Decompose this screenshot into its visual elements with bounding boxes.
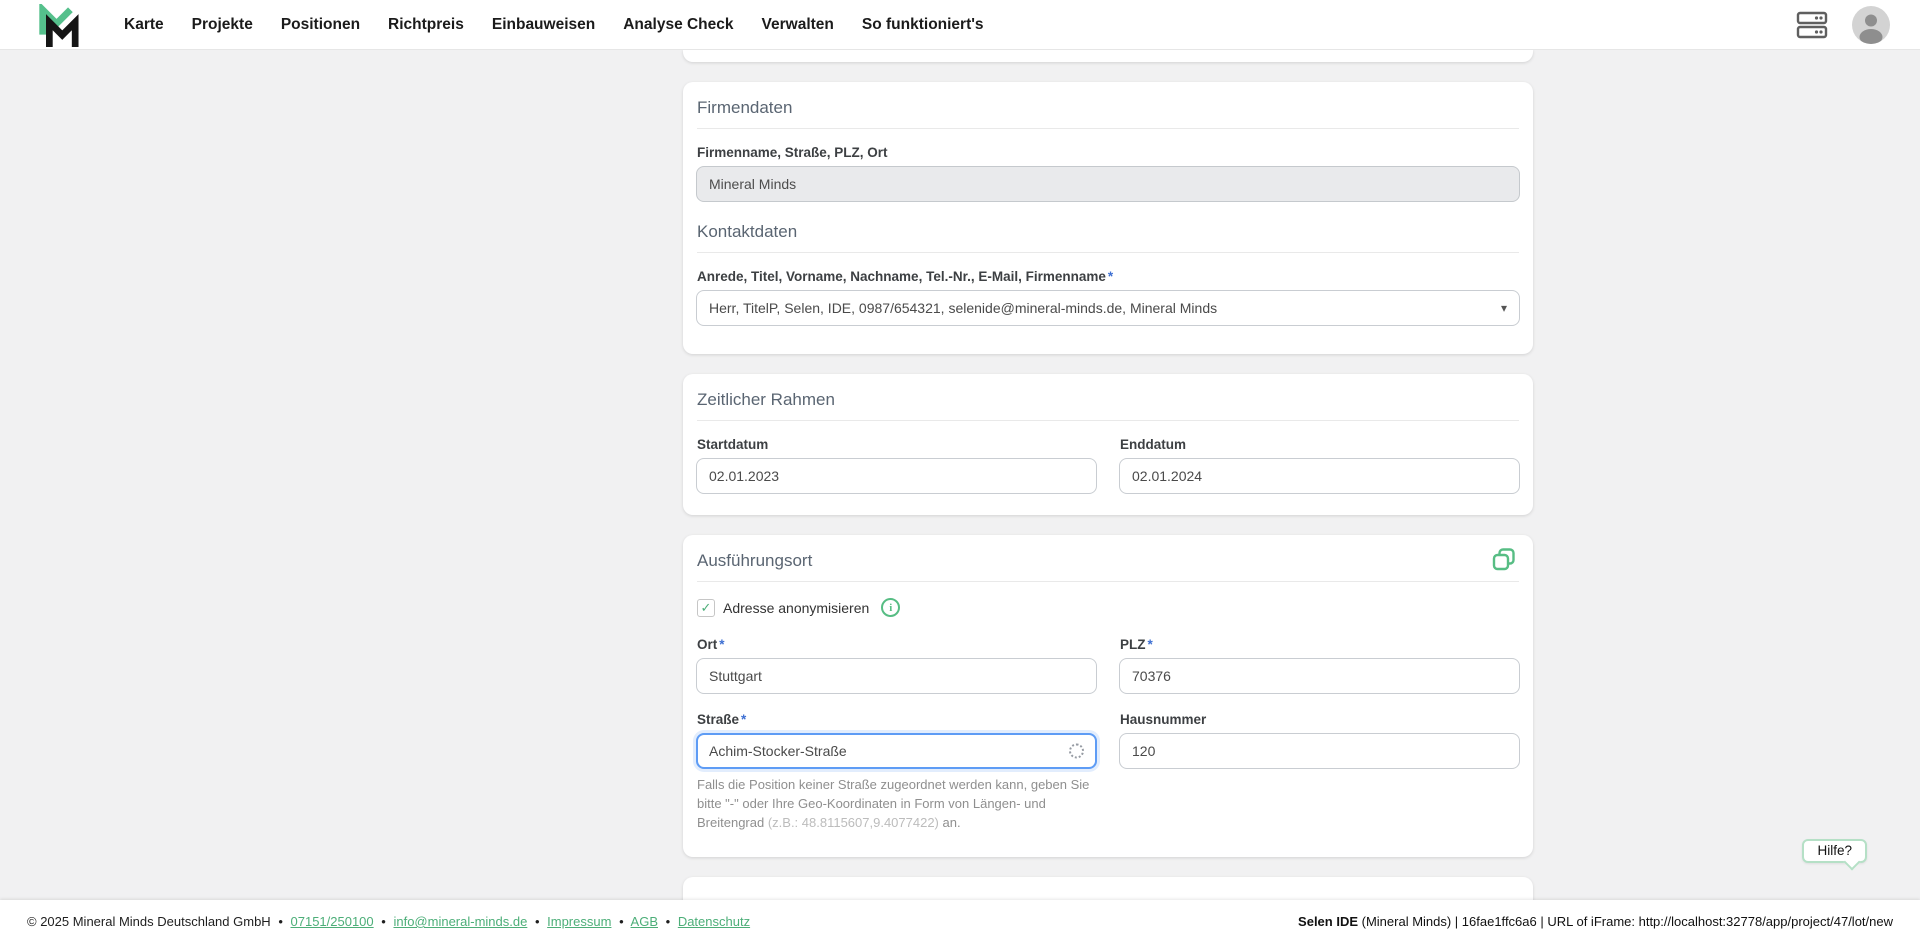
ort-field: Ort *: [696, 637, 1097, 694]
geo-example-text: (z.B.: 48.8115607,9.4077422): [767, 814, 939, 830]
nav-item-verwalten[interactable]: Verwalten: [762, 16, 834, 34]
ausfuehrungsort-title: Ausführungsort: [697, 551, 813, 570]
required-marker: *: [719, 637, 725, 652]
footer-link-datenschutz[interactable]: Datenschutz: [678, 914, 750, 929]
ort-input[interactable]: [696, 658, 1097, 694]
firmendaten-card: Firmendaten Firmenname, Straße, PLZ, Ort…: [683, 82, 1533, 354]
footer-link-email[interactable]: info@mineral-minds.de: [393, 914, 527, 929]
hausnummer-input[interactable]: [1119, 733, 1520, 769]
contact-field-label: Anrede, Titel, Vorname, Nachname, Tel.-N…: [697, 269, 1114, 284]
ide-name: Selen IDE: [1298, 914, 1359, 929]
person-icon: [1859, 14, 1883, 44]
zeitlicher-rahmen-card: Zeitlicher Rahmen Startdatum Enddatum: [683, 374, 1533, 515]
company-input[interactable]: [696, 166, 1520, 202]
nav-item-karte[interactable]: Karte: [124, 16, 164, 34]
divider: [697, 252, 1519, 253]
nav-item-analyse-check[interactable]: Analyse Check: [623, 16, 733, 34]
startdatum-label: Startdatum: [697, 437, 769, 452]
chevron-down-icon: ▾: [1500, 301, 1507, 315]
strasse-help-text: Falls die Position keiner Straße zugeord…: [697, 777, 1090, 830]
anonymize-checkbox[interactable]: ✓: [697, 598, 715, 617]
required-marker: *: [741, 712, 747, 727]
startdatum-field: Startdatum: [696, 437, 1097, 494]
user-avatar[interactable]: [1852, 5, 1890, 44]
loading-spinner-icon: [1069, 743, 1084, 759]
firmendaten-title: Firmendaten: [697, 98, 793, 117]
enddatum-field: Enddatum: [1119, 437, 1520, 494]
previous-card-partial: [683, 50, 1533, 62]
footer: © 2025 Mineral Minds Deutschland GmbH • …: [0, 900, 1920, 943]
hausnummer-label: Hausnummer: [1120, 712, 1207, 727]
strasse-field: Straße* Falls die Position keiner Straße…: [696, 712, 1097, 833]
company-field-label: Firmenname, Straße, PLZ, Ort: [697, 145, 888, 160]
help-button[interactable]: Hilfe?: [1802, 839, 1867, 863]
nav-item-einbauweisen[interactable]: Einbauweisen: [492, 16, 595, 34]
enddatum-input[interactable]: [1119, 458, 1520, 494]
zeitlicher-rahmen-title: Zeitlicher Rahmen: [697, 390, 835, 409]
copy-icon[interactable]: [1491, 547, 1517, 573]
footer-link-impressum[interactable]: Impressum: [547, 914, 611, 929]
footer-legal: © 2025 Mineral Minds Deutschland GmbH • …: [27, 914, 751, 929]
info-icon[interactable]: i: [881, 598, 901, 617]
nav-right-actions: [1796, 5, 1890, 44]
server-icon[interactable]: [1796, 10, 1828, 40]
footer-link-phone[interactable]: 07151/250100: [291, 914, 374, 929]
mineral-minds-logo-icon[interactable]: [34, 3, 80, 48]
iframe-url-text: (Mineral Minds) | 16fae1ffc6a6 | URL of …: [1358, 914, 1893, 929]
hausnummer-field: Hausnummer: [1119, 712, 1520, 833]
ausfuehrungsort-card: Ausführungsort ✓ Adresse anonymisieren i…: [683, 535, 1533, 857]
footer-link-agb[interactable]: AGB: [631, 914, 658, 929]
nav-item-so-funktionierts[interactable]: So funktioniert's: [862, 16, 984, 34]
next-card-partial: [683, 877, 1533, 901]
nav-item-projekte[interactable]: Projekte: [192, 16, 253, 34]
required-marker: *: [1107, 269, 1114, 284]
divider: [697, 581, 1519, 582]
footer-debug-info: Selen IDE (Mineral Minds) | 16fae1ffc6a6…: [1298, 914, 1893, 929]
anonymize-address-row: ✓ Adresse anonymisieren i: [697, 598, 1519, 617]
contact-select[interactable]: Herr, TitelP, Selen, IDE, 0987/654321, s…: [696, 290, 1520, 326]
strasse-input[interactable]: [696, 733, 1097, 769]
check-icon: ✓: [700, 599, 712, 615]
nav-item-positionen[interactable]: Positionen: [281, 16, 360, 34]
top-navigation: Karte Projekte Positionen Richtpreis Ein…: [0, 0, 1920, 50]
anonymize-checkbox-label[interactable]: Adresse anonymisieren: [723, 600, 869, 616]
required-marker: *: [1147, 637, 1153, 652]
startdatum-input[interactable]: [696, 458, 1097, 494]
ort-label: Ort *: [697, 637, 725, 652]
copyright-text: © 2025 Mineral Minds Deutschland GmbH: [27, 914, 271, 929]
nav-item-richtpreis[interactable]: Richtpreis: [388, 16, 464, 34]
main-menu: Karte Projekte Positionen Richtpreis Ein…: [124, 16, 984, 34]
divider: [697, 128, 1519, 129]
strasse-label: Straße *: [697, 712, 747, 727]
enddatum-label: Enddatum: [1120, 437, 1186, 452]
plz-input[interactable]: [1119, 658, 1520, 694]
contact-select-value: Herr, TitelP, Selen, IDE, 0987/654321, s…: [709, 300, 1218, 316]
divider: [697, 420, 1519, 421]
plz-field: PLZ *: [1119, 637, 1520, 694]
kontaktdaten-title: Kontaktdaten: [697, 222, 798, 241]
plz-label: PLZ *: [1120, 637, 1153, 652]
